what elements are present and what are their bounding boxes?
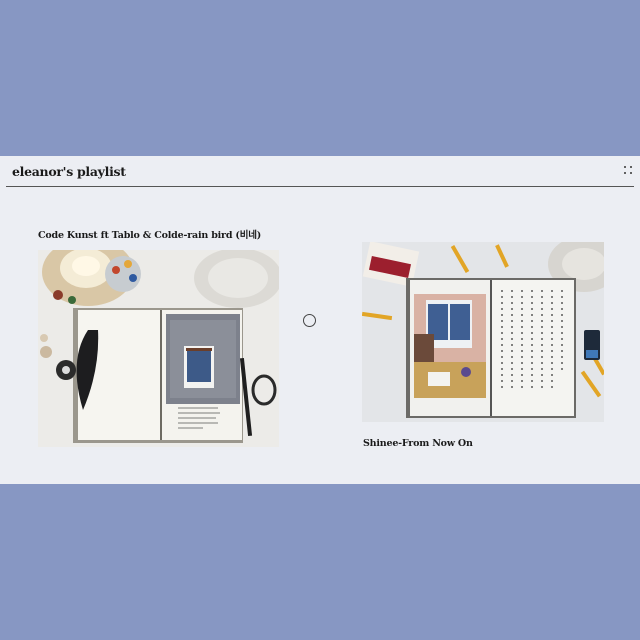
track-caption-2: Shinee-From Now On [363, 438, 473, 449]
playlist-title: eleanor's playlist [12, 164, 126, 179]
title-divider [6, 186, 634, 187]
track-caption-1: Code Kunst ft Tablo & Colde-rain bird (비… [38, 230, 262, 241]
selector-radio-icon[interactable] [303, 314, 316, 327]
track-image-2[interactable] [362, 242, 604, 422]
track-image-1[interactable] [38, 250, 279, 447]
drag-grip-icon[interactable] [624, 166, 632, 176]
playlist-panel: eleanor's playlist Code Kunst ft Tablo &… [0, 156, 640, 484]
